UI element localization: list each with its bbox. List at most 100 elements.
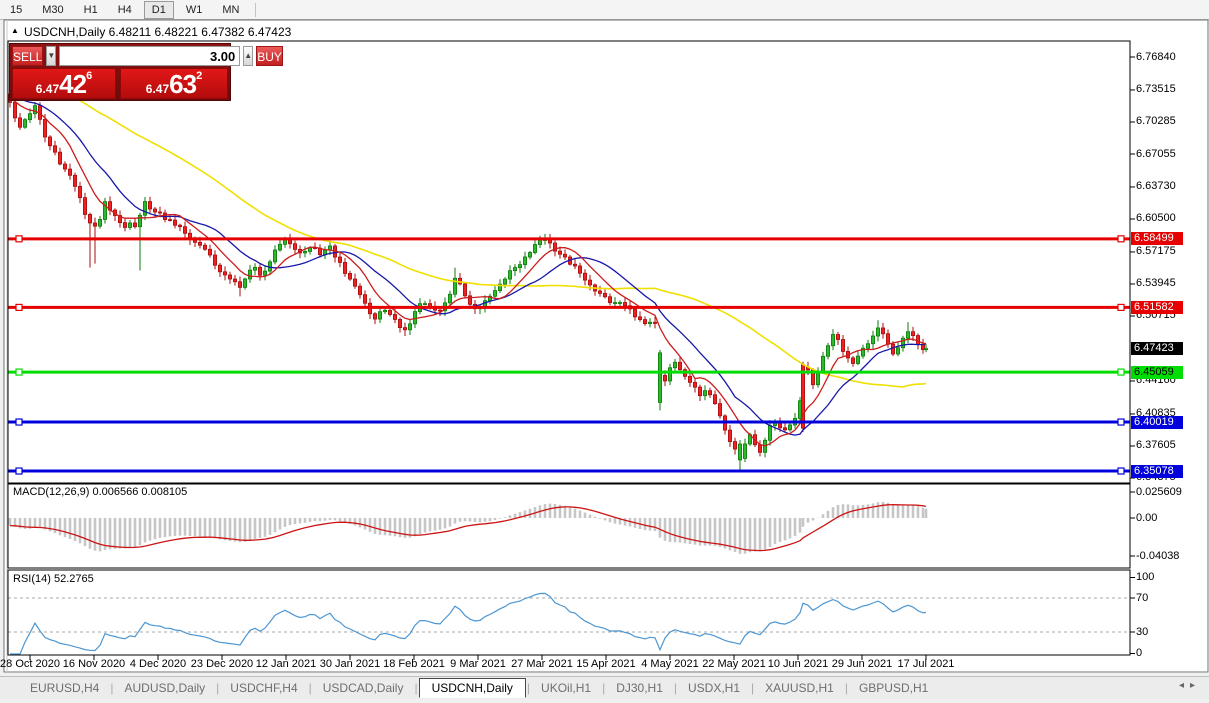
candle (826, 345, 831, 357)
volume-decrease-icon[interactable]: ▼ (46, 46, 57, 66)
chart-tab-usdx-h1[interactable]: USDX,H1 (678, 679, 750, 697)
date-axis-label: 16 Nov 2020 (62, 658, 126, 670)
candle (871, 335, 876, 345)
candle (277, 243, 282, 251)
candle (182, 226, 187, 234)
candle (578, 265, 583, 274)
chart-tabs-bar: EURUSD,H4 | AUDUSD,Daily | USDCHF,H4 | USDCAD,… (0, 676, 1209, 699)
candle (53, 145, 58, 153)
candle (157, 211, 162, 214)
level-handle[interactable] (1117, 467, 1125, 475)
candle (623, 302, 628, 307)
chart-tab-usdcad-daily[interactable]: USDCAD,Daily (313, 679, 414, 697)
candle (783, 427, 788, 431)
candle (492, 290, 497, 297)
candle (588, 279, 593, 286)
candle (743, 443, 748, 459)
chart-tab-audusd-daily[interactable]: AUDUSD,Daily (114, 679, 215, 697)
candle (856, 355, 861, 364)
candle (197, 241, 202, 246)
price-chart-canvas[interactable] (0, 0, 1209, 703)
candle (733, 441, 738, 450)
price-axis-label: 6.57175 (1136, 245, 1176, 258)
candle (713, 394, 718, 404)
candle (831, 334, 836, 347)
level-handle[interactable] (15, 418, 23, 426)
candle (217, 264, 222, 273)
candle (407, 323, 412, 331)
price-axis-label: 6.53945 (1136, 277, 1176, 290)
candle (377, 311, 382, 320)
candle (252, 266, 257, 271)
rsi-axis-label: 0 (1136, 647, 1143, 659)
tab-scroll-right-icon[interactable]: ▸ (1190, 680, 1201, 691)
price-level-badge: 6.40019 (1131, 415, 1183, 429)
candle (643, 319, 648, 325)
date-axis-label: 30 Jan 2021 (319, 658, 381, 670)
collapse-icon[interactable]: ▲ (11, 26, 19, 35)
candle (573, 263, 578, 267)
candle (836, 334, 841, 340)
candle (668, 367, 673, 382)
candle (392, 314, 397, 320)
candle (12, 101, 17, 119)
candle (132, 222, 137, 228)
chart-tab-ukoil-h1[interactable]: UKOil,H1 (531, 679, 601, 697)
chart-tab-xauusd-h1[interactable]: XAUUSD,H1 (755, 679, 844, 697)
level-handle[interactable] (15, 467, 23, 475)
candle (98, 219, 103, 227)
rsi-axis-label: 100 (1136, 571, 1155, 583)
chart-tab-usdchf-h4[interactable]: USDCHF,H4 (220, 679, 307, 697)
macd-axis-label: 0.00 (1136, 511, 1158, 524)
sell-price-display[interactable]: 6.47 42 6 (12, 68, 116, 99)
candle (48, 136, 53, 147)
candle (137, 214, 142, 228)
candle (93, 222, 98, 227)
candle (533, 244, 538, 253)
level-handle[interactable] (1117, 418, 1125, 426)
price-level-badge: 6.51582 (1131, 300, 1183, 314)
candle (202, 244, 207, 250)
candle (703, 390, 708, 397)
terminal-screen: 15 M30 H1 H4 D1 W1 MN ▲ USDCNH,Daily 6.48211 6… (0, 0, 1209, 703)
rsi-label: RSI(14) 52.2765 (13, 573, 94, 585)
buy-button[interactable]: BUY (256, 46, 283, 66)
candle (558, 250, 563, 255)
level-handle[interactable] (15, 303, 23, 312)
candle (142, 201, 147, 216)
price-axis-label: 6.37605 (1136, 439, 1176, 452)
candle (507, 270, 512, 280)
volume-increase-icon[interactable]: ▲ (243, 46, 254, 66)
candle (302, 251, 307, 254)
candle (147, 201, 152, 210)
candle (33, 105, 38, 115)
chart-tab-eurusd-h4[interactable]: EURUSD,H4 (20, 679, 109, 697)
sell-button[interactable]: SELL (12, 46, 44, 66)
candle (17, 117, 22, 128)
chart-tab-gbpusd-h1[interactable]: GBPUSD,H1 (849, 679, 938, 697)
candle (422, 303, 427, 305)
chart-tab-usdcnh-daily[interactable]: USDCNH,Daily (418, 678, 526, 698)
level-handle[interactable] (1117, 368, 1125, 376)
level-handle[interactable] (15, 235, 23, 243)
chart-tab-dj30-h1[interactable]: DJ30,H1 (606, 679, 673, 697)
candle (397, 319, 402, 329)
volume-input[interactable] (59, 46, 241, 66)
candle (123, 222, 128, 228)
price-level-badge: 6.35078 (1131, 464, 1183, 478)
candle (728, 429, 733, 442)
date-axis-label: 18 Feb 2021 (383, 658, 445, 670)
price-axis-label: 6.73515 (1136, 83, 1176, 96)
candle (841, 339, 846, 352)
level-handle[interactable] (1117, 303, 1125, 312)
candle (821, 355, 826, 373)
candle (257, 266, 262, 276)
tab-scroll-left-icon[interactable]: ◂ (1179, 680, 1190, 691)
buy-price-display[interactable]: 6.47 63 2 (120, 68, 228, 99)
candle (22, 119, 27, 128)
candle (337, 256, 342, 263)
candle (272, 249, 277, 263)
candle (152, 208, 157, 213)
level-handle[interactable] (1117, 235, 1125, 243)
level-handle[interactable] (15, 368, 23, 376)
